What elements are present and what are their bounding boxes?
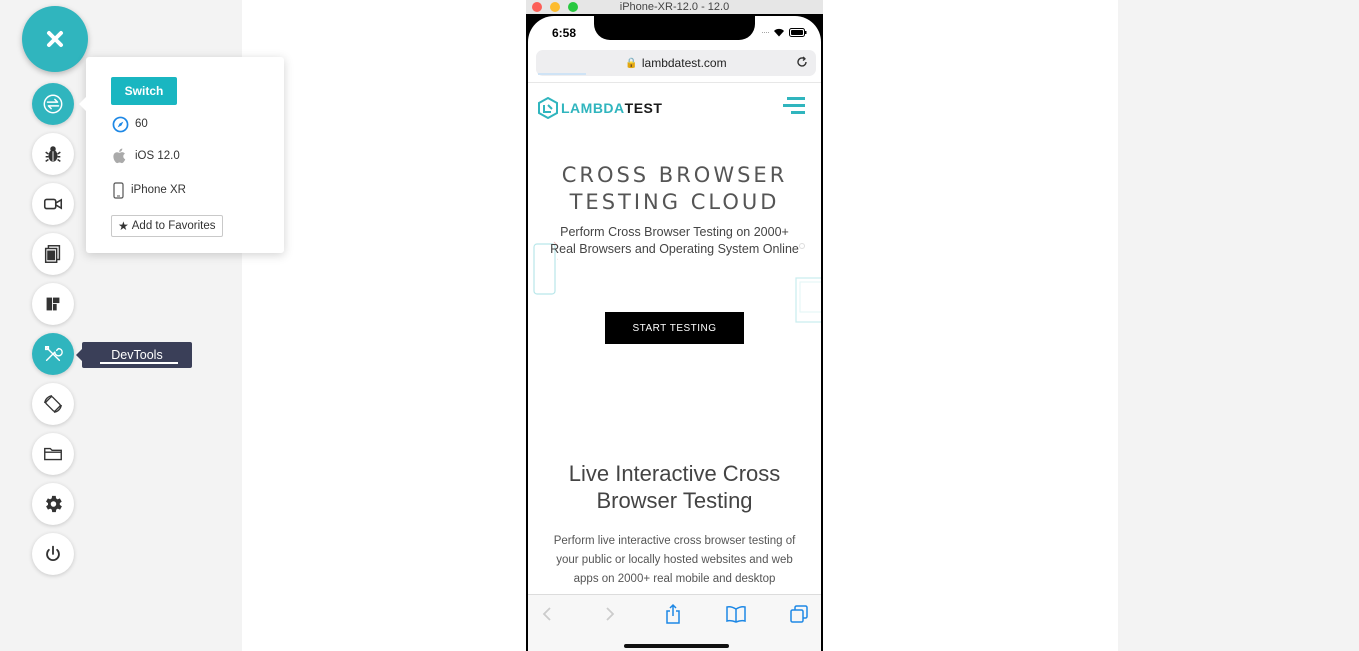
tooltip-underline — [100, 362, 178, 364]
devtools-button[interactable] — [32, 333, 74, 375]
share-icon[interactable] — [662, 603, 684, 625]
switch-button[interactable] — [32, 83, 74, 125]
browser-version-row: 60 — [111, 115, 148, 133]
forward-icon[interactable] — [599, 603, 621, 625]
hamburger-menu-icon[interactable] — [783, 97, 805, 115]
safari-compass-icon — [111, 115, 129, 133]
simulator-title-bar: iPhone-XR-12.0 - 12.0 — [526, 0, 823, 14]
power-button[interactable] — [32, 533, 74, 575]
folder-icon — [44, 447, 62, 461]
safari-toolbar — [528, 594, 821, 651]
os-text: iOS 12.0 — [135, 150, 180, 162]
screenshot-button[interactable] — [32, 233, 74, 275]
close-icon — [47, 31, 63, 47]
device-text: iPhone XR — [131, 184, 186, 196]
window-minimize-dot[interactable] — [550, 2, 560, 12]
home-indicator[interactable] — [624, 644, 729, 648]
site-header: LAMBDA TEST — [528, 82, 821, 132]
decorative-monitor-outline — [795, 277, 821, 323]
lambdatest-logo-icon — [538, 97, 558, 119]
lock-icon: 🔒 — [625, 57, 638, 69]
right-gutter — [1118, 0, 1359, 651]
layout-icon — [46, 297, 60, 311]
apple-icon — [111, 147, 129, 165]
simulator-title: iPhone-XR-12.0 - 12.0 — [619, 1, 730, 13]
settings-button[interactable] — [32, 483, 74, 525]
page-load-progress — [538, 73, 586, 75]
hero-section: CROSS BROWSER TESTING CLOUD Perform Cros… — [528, 132, 821, 432]
screenshot-icon — [44, 245, 61, 263]
devtools-tooltip-label: DevTools — [111, 348, 163, 362]
back-icon[interactable] — [536, 603, 558, 625]
signal-icon: ···· — [761, 27, 770, 37]
tools-icon — [44, 345, 63, 362]
video-camera-icon — [43, 198, 63, 210]
window-close-dot[interactable] — [532, 2, 542, 12]
status-icons: ···· — [761, 27, 807, 37]
rotate-button[interactable] — [32, 383, 74, 425]
phone-notch — [594, 16, 755, 40]
phone-screen: 6:58 ···· 🔒 lambdatest.com LAMBDA TEST C… — [528, 16, 821, 651]
reload-icon[interactable] — [796, 56, 808, 71]
devtools-tooltip: DevTools — [76, 342, 192, 368]
browser-version-text: 60 — [135, 118, 148, 130]
power-icon — [46, 545, 60, 562]
bug-icon — [45, 146, 61, 162]
start-testing-button[interactable]: START TESTING — [605, 312, 744, 344]
switch-icon — [43, 94, 63, 114]
hero-title: CROSS BROWSER TESTING CLOUD — [561, 163, 788, 214]
folder-button[interactable] — [32, 433, 74, 475]
logo-text-lambda: LAMBDA — [561, 100, 625, 116]
wifi-icon — [774, 28, 784, 36]
tabs-icon[interactable] — [788, 603, 810, 625]
resolution-button[interactable] — [32, 283, 74, 325]
record-video-button[interactable] — [32, 183, 74, 225]
logo-text-test: TEST — [624, 100, 663, 116]
switch-confirm-button[interactable]: Switch — [111, 77, 177, 105]
close-button[interactable] — [22, 6, 88, 72]
hero-subtitle: Perform Cross Browser Testing on 2000+ R… — [550, 225, 799, 256]
os-row: iOS 12.0 — [111, 147, 180, 165]
address-text: lambdatest.com — [641, 56, 727, 70]
star-icon: ★ — [118, 219, 129, 233]
battery-icon — [789, 27, 807, 37]
window-maximize-dot[interactable] — [568, 2, 578, 12]
simulator-window: iPhone-XR-12.0 - 12.0 6:58 ···· 🔒 lambda… — [526, 0, 823, 651]
lambdatest-logo[interactable]: LAMBDA TEST — [538, 97, 662, 119]
add-to-favorites-button[interactable]: ★ Add to Favorites — [111, 215, 223, 237]
device-row: iPhone XR — [111, 181, 186, 199]
bookmarks-icon[interactable] — [725, 603, 747, 625]
gear-icon — [46, 495, 62, 513]
status-time: 6:58 — [552, 26, 577, 40]
add-to-favorites-label: Add to Favorites — [131, 220, 216, 232]
section-title: Live Interactive Cross Browser Testing — [568, 461, 781, 513]
section-body: Perform live interactive cross browser t… — [553, 535, 796, 585]
rotate-icon — [44, 395, 62, 413]
switch-popover: Switch 60 iOS 12.0 iPhone XR ★ Add to Fa… — [79, 57, 284, 253]
bug-report-button[interactable] — [32, 133, 74, 175]
phone-icon — [111, 181, 125, 199]
